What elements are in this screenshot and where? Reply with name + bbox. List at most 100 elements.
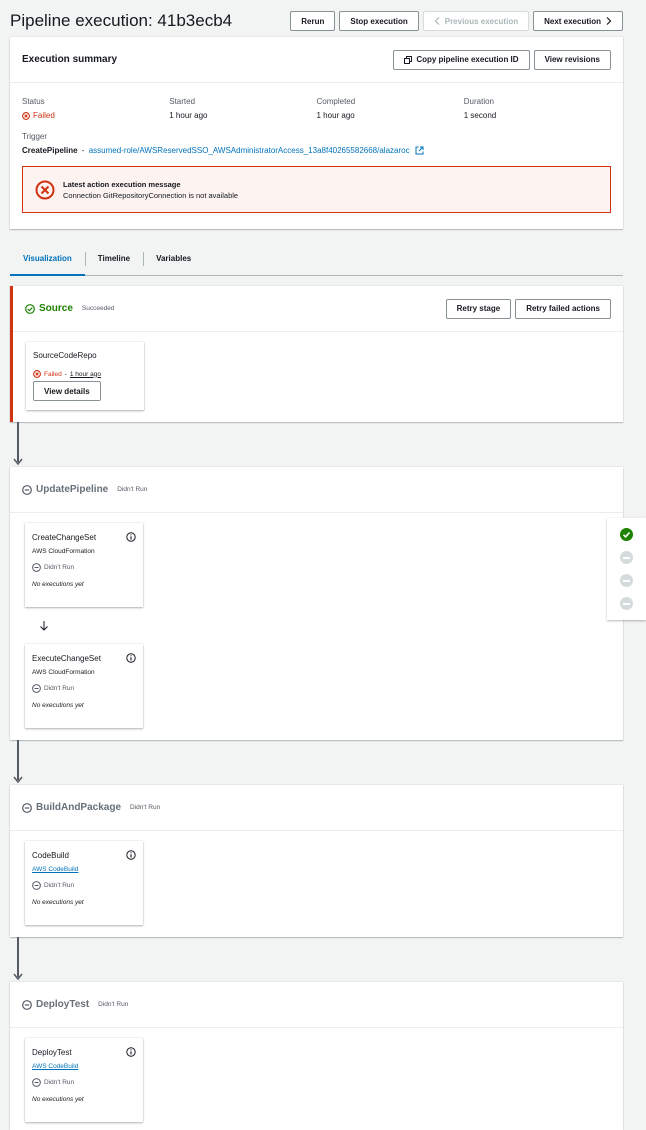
chevron-left-icon (434, 17, 441, 25)
info-icon[interactable] (126, 532, 136, 542)
alert-title: Latest action execution message (63, 179, 181, 189)
action-provider-link[interactable]: AWS CodeBuild (32, 1063, 136, 1070)
stage-header: UpdatePipeline Didn't Run (10, 467, 623, 513)
execution-summary-title: Execution summary (22, 54, 118, 65)
action-name: ExecuteChangeSet (32, 653, 101, 663)
action-name: CreateChangeSet (32, 532, 97, 542)
action-status: Didn't Run (32, 1078, 136, 1087)
copy-id-label: Copy pipeline execution ID (416, 55, 519, 64)
duration-value: 1 second (463, 111, 497, 120)
action-name: SourceCodeRepo (33, 351, 97, 360)
arrow-down-icon (13, 456, 23, 466)
duration-label: Duration (463, 97, 494, 106)
action-card: DeployTest AWS CodeBuild Didn't Run No e… (25, 1038, 143, 1122)
info-icon[interactable] (126, 653, 136, 663)
header-actions: Rerun Stop execution Previous execution … (290, 11, 623, 31)
minus-circle-icon (32, 684, 41, 693)
action-status: Failed - 1 hour ago (33, 370, 137, 378)
info-icon[interactable] (126, 850, 136, 860)
minus-circle-icon (22, 999, 32, 1010)
trigger-label: Trigger (22, 132, 48, 141)
arrow-down-icon (13, 971, 23, 981)
page-title: Pipeline execution: 41b3ecb4 (10, 11, 233, 30)
external-link-icon[interactable] (415, 146, 424, 155)
stage-status: Didn't Run (130, 804, 161, 811)
no-executions-text: No executions yet (32, 1096, 84, 1103)
action-card: SourceCodeRepo Failed - 1 hour ago View … (26, 342, 144, 410)
status-label: Status (22, 97, 45, 106)
no-executions-text: No executions yet (32, 899, 84, 906)
stage-buildandpackage: BuildAndPackage Didn't Run CodeBuild AWS… (10, 785, 623, 937)
tab-timeline[interactable]: Timeline (84, 248, 143, 275)
action-status-text: Didn't Run (44, 1079, 75, 1086)
check-circle-icon (25, 303, 35, 314)
next-execution-label: Next execution (544, 16, 601, 26)
info-icon[interactable] (126, 1047, 136, 1057)
action-name: CodeBuild (32, 850, 69, 860)
alert-message: Connection GitRepositoryConnection is no… (63, 190, 239, 200)
copy-icon (404, 55, 413, 64)
trigger-value: CreatePipeline - assumed-role/AWSReserve… (10, 141, 623, 155)
stage-deploytest: DeployTest Didn't Run DeployTest AWS Cod… (10, 982, 623, 1130)
minus-circle-icon (22, 484, 32, 495)
arrow-down-icon (39, 621, 49, 631)
rerun-button[interactable]: Rerun (290, 11, 336, 31)
action-card: CodeBuild AWS CodeBuild Didn't Run No ex… (25, 841, 143, 925)
trigger-name: CreatePipeline (22, 146, 78, 155)
arrow-down-icon (13, 774, 23, 784)
stage-updatepipeline: UpdatePipeline Didn't Run CreateChangeSe… (10, 467, 623, 740)
stage-status: Didn't Run (98, 1001, 129, 1008)
execution-summary-panel: Execution summary Copy pipeline executio… (10, 37, 623, 229)
completed-value: 1 hour ago (316, 111, 355, 120)
page-header: Pipeline execution: 41b3ecb4 Rerun Stop … (10, 8, 623, 34)
action-status: Didn't Run (32, 881, 136, 890)
stop-execution-button[interactable]: Stop execution (339, 11, 419, 31)
action-status: Didn't Run (32, 684, 136, 693)
action-provider-link[interactable]: AWS CodeBuild (32, 866, 136, 873)
stage-name: BuildAndPackage (36, 802, 122, 813)
status-value: Failed (22, 111, 169, 120)
previous-execution-label: Previous execution (444, 16, 519, 26)
action-time-link[interactable]: 1 hour ago (70, 371, 101, 378)
chevron-right-icon (605, 17, 612, 25)
stage-name: DeployTest (36, 999, 90, 1010)
action-card: ExecuteChangeSet AWS CloudFormation Didn… (25, 644, 143, 728)
next-execution-button[interactable]: Next execution (533, 11, 623, 31)
retry-stage-button[interactable]: Retry stage (445, 298, 512, 319)
stage-header: DeployTest Didn't Run (10, 982, 623, 1028)
action-card: CreateChangeSet AWS CloudFormation Didn'… (25, 523, 143, 607)
stage-name: Source (39, 303, 73, 314)
error-icon (22, 111, 30, 120)
minus-circle-icon (32, 1078, 41, 1087)
action-status-text: Didn't Run (44, 882, 75, 889)
stage-indicator-not-run[interactable] (620, 597, 633, 610)
stage-indicator-not-run[interactable] (620, 551, 633, 564)
started-label: Started (169, 97, 196, 106)
error-icon (33, 370, 41, 378)
action-provider: AWS CloudFormation (32, 548, 95, 555)
summary-grid: Status Failed Started 1 hour ago Complet… (10, 83, 623, 120)
minus-circle-icon (32, 563, 41, 572)
stage-status: Didn't Run (117, 486, 148, 493)
stage-indicator-success[interactable] (620, 528, 633, 541)
tab-visualization[interactable]: Visualization (10, 248, 85, 276)
stage-navigator (607, 518, 646, 620)
trigger-link[interactable]: assumed-role/AWSReservedSSO_AWSAdministr… (89, 146, 410, 155)
error-alert: Latest action execution message Connecti… (22, 166, 611, 213)
no-executions-text: No executions yet (32, 581, 84, 588)
view-details-button[interactable]: View details (33, 381, 101, 401)
action-status-text: Didn't Run (44, 685, 75, 692)
stage-status: Succeeded (81, 305, 115, 312)
previous-execution-button[interactable]: Previous execution (422, 11, 530, 31)
status-text: Failed (33, 111, 55, 120)
retry-failed-actions-button[interactable]: Retry failed actions (515, 298, 611, 319)
stage-indicator-not-run[interactable] (620, 574, 633, 587)
action-status-text: Failed (44, 370, 62, 378)
view-revisions-button[interactable]: View revisions (533, 49, 611, 70)
action-status-separator: - (64, 370, 67, 378)
action-provider: AWS CloudFormation (32, 669, 95, 676)
action-status: Didn't Run (32, 563, 136, 572)
tab-variables[interactable]: Variables (143, 248, 204, 275)
stage-name: UpdatePipeline (36, 484, 109, 495)
copy-pipeline-execution-id-button[interactable]: Copy pipeline execution ID (393, 49, 530, 70)
